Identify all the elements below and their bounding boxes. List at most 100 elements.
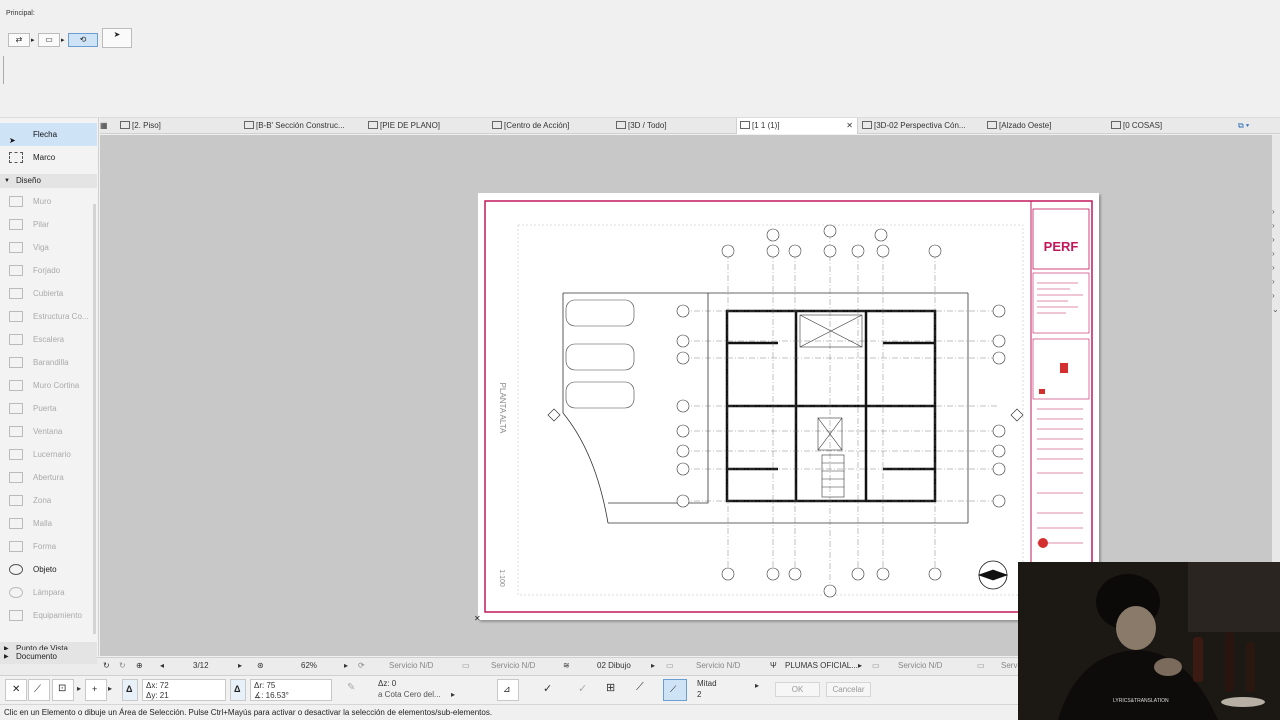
tool-equipamiento[interactable]: Equipamiento <box>0 604 97 627</box>
wall-icon <box>9 196 23 207</box>
chevron-right-icon[interactable]: ▸ <box>451 690 455 699</box>
tool-lampara[interactable]: Lámpara <box>0 581 97 604</box>
tool-forjado[interactable]: Forjado <box>0 259 97 282</box>
reference-level[interactable]: a Cota Cero del... <box>378 690 441 699</box>
tab-grid-icon[interactable]: ▦ <box>100 118 118 134</box>
tab-pie-de-plano[interactable]: [PIE DE PLANO] <box>368 118 488 134</box>
tool-label: Escalera <box>33 335 65 344</box>
frame-icon[interactable]: ▭ <box>38 33 60 47</box>
tab-label: [PIE DE PLANO] <box>380 121 441 130</box>
zoom-fit-icon[interactable]: ⊕ <box>136 661 143 670</box>
zoom-icon[interactable]: ⊛ <box>257 661 264 670</box>
ok-button[interactable]: OK <box>775 682 820 697</box>
object-icon <box>9 564 23 575</box>
tool-zona[interactable]: Zona <box>0 489 97 512</box>
service-3[interactable]: Servicio N/D <box>696 661 740 670</box>
chevron-right-icon[interactable]: ▸ <box>108 684 112 693</box>
tab-3d-perspectiva[interactable]: [3D-02 Perspectiva Cón... <box>862 118 982 134</box>
tool-flecha[interactable]: ➤ Flecha <box>0 123 97 146</box>
section-diseno[interactable]: ▼ Diseño <box>0 174 97 188</box>
layers-icon[interactable]: ⇄ <box>8 33 30 47</box>
tab-1-1-active[interactable]: [1 1 (1)] ✕ <box>736 118 858 134</box>
right-chevrons[interactable]: › › › › › › › ⌄ <box>1272 205 1279 317</box>
pencil-icon[interactable]: ✎ <box>347 682 355 693</box>
tool-abertura[interactable]: Abertura <box>0 466 97 489</box>
next-page-icon[interactable]: ▸ <box>238 661 242 670</box>
check-icon[interactable]: ✓ <box>578 682 587 695</box>
chevron-right-icon[interactable]: ▸ <box>651 661 655 670</box>
main-toolbar: Principal: ⇄ ▸ ▭ ▸ ⟲ ➤ <box>0 0 1280 118</box>
gravity-icon[interactable]: ⊿ <box>497 679 519 701</box>
tool-cubierta[interactable]: Cubierta <box>0 282 97 305</box>
layer-combo[interactable]: 02 Dibujo <box>597 661 631 670</box>
tool-objeto[interactable]: Objeto <box>0 558 97 581</box>
chevron-right-icon[interactable]: ▸ <box>61 36 65 44</box>
tool-viga[interactable]: Viga <box>0 236 97 259</box>
snap-mode-value[interactable]: 2 <box>697 690 701 699</box>
rotate-view-icon[interactable]: ⟲ <box>68 33 98 47</box>
snap-mode-icon[interactable]: ⟋ <box>663 679 687 701</box>
webcam-caption: LYRICS&TRANSLATION <box>1113 698 1169 704</box>
delta-xy-field[interactable]: Δx: 72 Δy: 21 <box>142 679 226 701</box>
geometry-icon[interactable]: ⟋ <box>28 679 50 701</box>
service-2[interactable]: Servicio N/D <box>491 661 535 670</box>
snap-mode-label[interactable]: Mitad <box>697 679 717 688</box>
section-documento[interactable]: ▶ Documento <box>0 650 97 664</box>
tool-label: Estructura Co... <box>33 312 89 321</box>
tab-centro-de-accion[interactable]: [Centro de Acción] <box>492 118 612 134</box>
chevron-right-icon[interactable]: ▸ <box>77 684 81 693</box>
tab-0-cosas[interactable]: [0 COSAS] <box>1111 118 1231 134</box>
tool-muro-cortina[interactable]: Muro Cortina <box>0 374 97 397</box>
tool-lucernario[interactable]: Lucernario <box>0 443 97 466</box>
pen-set[interactable]: PLUMAS OFICIAL... <box>785 661 858 670</box>
service-1[interactable]: Servicio N/D <box>389 661 433 670</box>
check-icon[interactable]: ✓ <box>543 682 552 695</box>
tool-barandilla[interactable]: Barandilla <box>0 351 97 374</box>
service-4[interactable]: Servicio N/D <box>898 661 942 670</box>
tool-forma[interactable]: Forma <box>0 535 97 558</box>
redo-view-icon[interactable]: ↻ <box>119 661 126 670</box>
angle-value: ∡: 16.53° <box>254 691 289 700</box>
layout-icon <box>368 121 378 129</box>
tool-label: Barandilla <box>33 358 69 367</box>
slab-icon <box>9 265 23 276</box>
chevron-right-icon[interactable]: ▸ <box>344 661 348 670</box>
toolbox-scrollbar[interactable] <box>93 204 96 634</box>
chevron-right-icon[interactable]: ▸ <box>31 36 35 44</box>
floor-plan-drawing: PERF PLANTA ALTA 1:100 <box>484 200 1093 613</box>
snap-grid-icon[interactable]: ⊞ <box>606 681 615 694</box>
arrow-select-icon[interactable]: ➤ <box>102 28 132 48</box>
tool-label: Forma <box>33 542 57 551</box>
layout-sheet[interactable]: PERF PLANTA ALTA 1:100 <box>478 193 1099 620</box>
cancel-tool-icon[interactable]: ✕ <box>5 679 27 701</box>
chevron-right-icon[interactable]: ▸ <box>755 681 759 690</box>
tool-ventana[interactable]: Ventana <box>0 420 97 443</box>
tool-pilar[interactable]: Pilar <box>0 213 97 236</box>
chevron-right-icon[interactable]: ▸ <box>858 661 862 670</box>
delta-r-lock-icon[interactable]: Δ <box>230 679 246 701</box>
tool-estructura[interactable]: Estructura Co... <box>0 305 97 328</box>
tool-escalera[interactable]: Escalera <box>0 328 97 351</box>
tool-marco[interactable]: Marco <box>0 146 97 169</box>
toolbox: ➤ Flecha Marco ▼ Diseño Muro Pilar Viga Fo… <box>0 118 99 656</box>
delta-r-field[interactable]: Δr: 75 ∡: 16.53° <box>250 679 332 701</box>
tab-seccion[interactable]: [B-B' Sección Construc... <box>244 118 364 134</box>
undo-view-icon[interactable]: ↻ <box>103 661 110 670</box>
cancel-button[interactable]: Cancelar <box>826 682 871 697</box>
tool-puerta[interactable]: Puerta <box>0 397 97 420</box>
tab-alzado-oeste[interactable]: [Alzado Oeste] <box>987 118 1107 134</box>
close-icon[interactable]: ✕ <box>846 118 853 134</box>
marquee-mode-icon[interactable]: ⊡ <box>52 679 74 701</box>
tab-2-piso[interactable]: [2. Piso] <box>120 118 240 134</box>
prev-page-icon[interactable]: ◂ <box>160 661 164 670</box>
divider <box>3 56 4 84</box>
guide-icon[interactable]: ⟋ <box>636 681 644 694</box>
tool-muro[interactable]: Muro <box>0 190 97 213</box>
tab-menu-icon[interactable]: ⧉ ▾ <box>1238 118 1268 134</box>
plus-icon[interactable]: + <box>85 679 107 701</box>
tool-malla[interactable]: Malla <box>0 512 97 535</box>
tab-3d-todo[interactable]: [3D / Todo] <box>616 118 736 134</box>
delta-lock-icon[interactable]: Δ <box>122 679 138 701</box>
service-5[interactable]: Servi <box>1001 661 1019 670</box>
zoom-level[interactable]: 62% <box>301 661 317 670</box>
